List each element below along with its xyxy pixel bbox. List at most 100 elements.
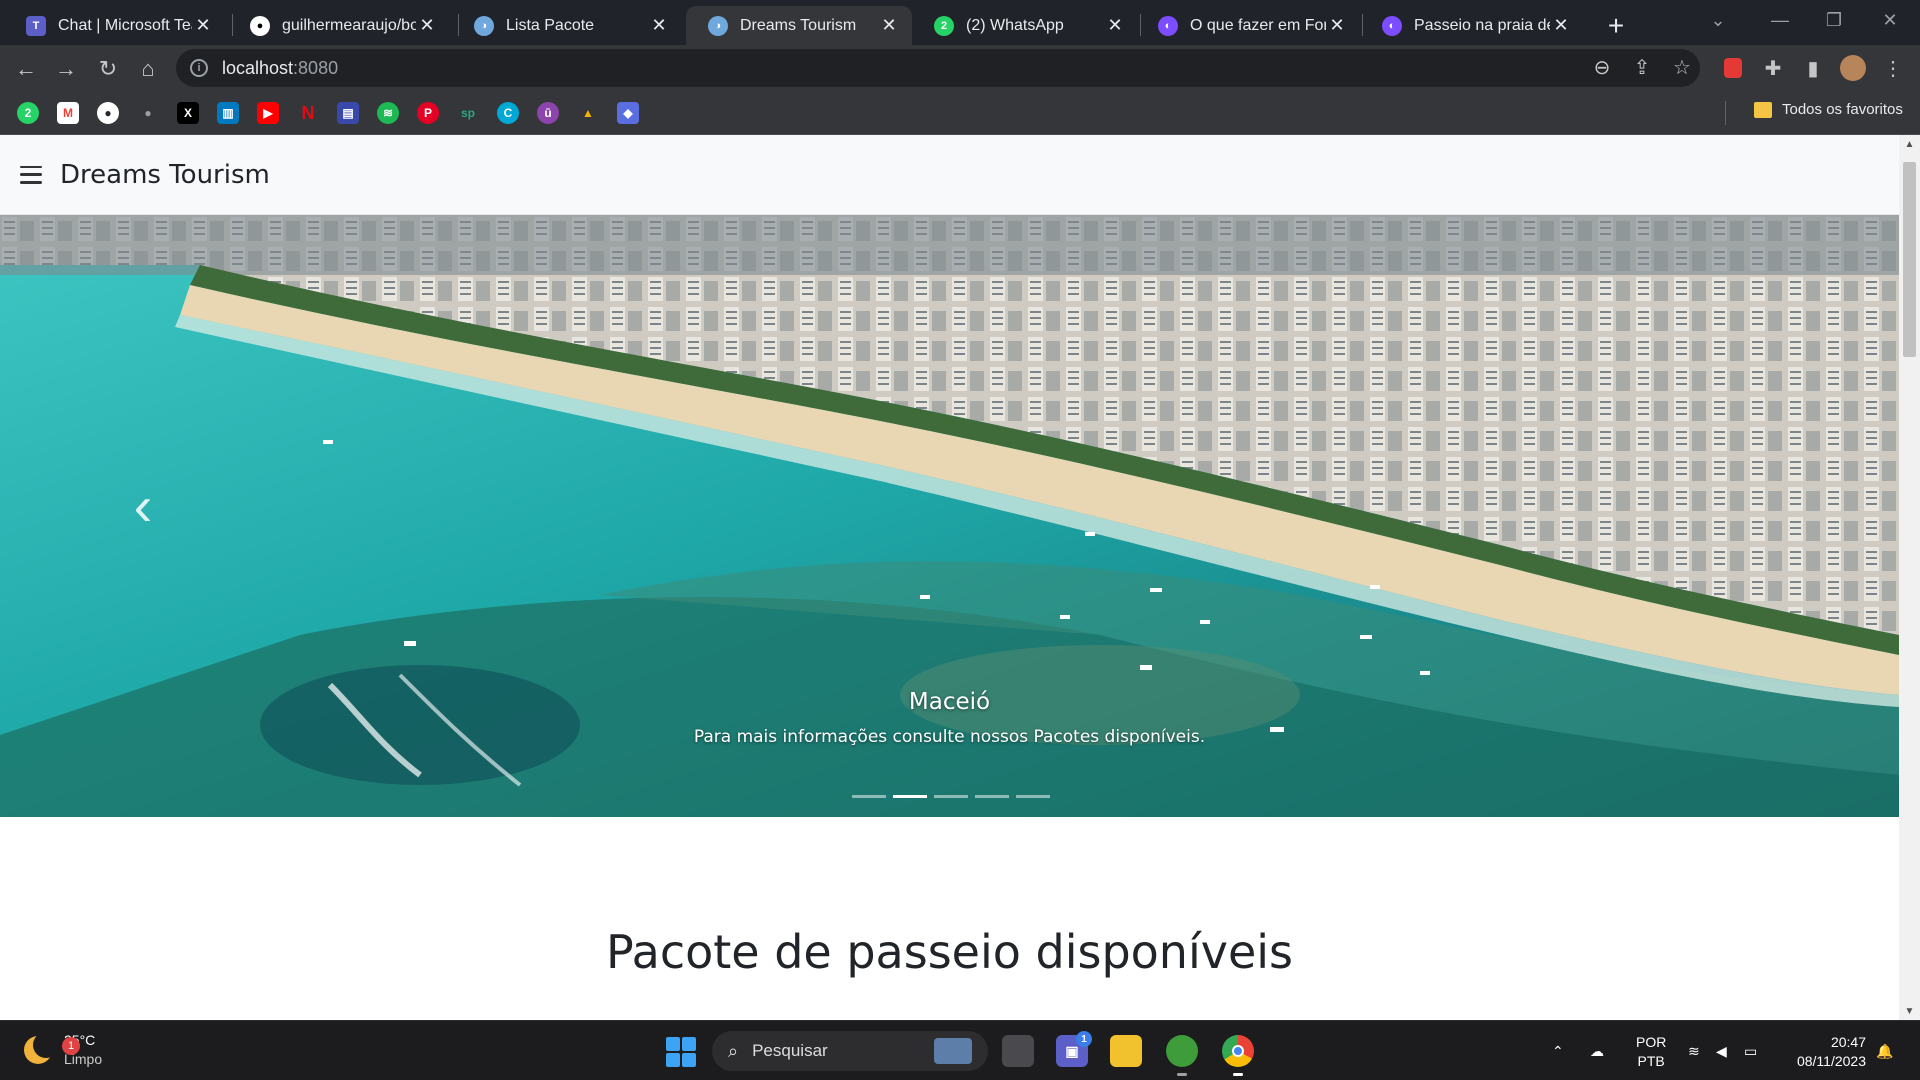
- close-tab-icon[interactable]: ✕: [1550, 15, 1572, 37]
- carousel-indicator[interactable]: [852, 795, 886, 798]
- tab-title: guilhermearaujo/bol: [282, 16, 416, 34]
- carousel-indicator[interactable]: [1016, 795, 1050, 798]
- file-explorer-icon[interactable]: [1110, 1035, 1142, 1067]
- drive-bookmark-icon[interactable]: ▲: [577, 102, 599, 124]
- app-bookmark-icon[interactable]: ▤: [337, 102, 359, 124]
- close-tab-icon[interactable]: ✕: [878, 15, 900, 37]
- restore-icon[interactable]: ❐: [1806, 0, 1862, 40]
- taskbar-search[interactable]: ⌕ Pesquisar: [712, 1031, 988, 1071]
- wifi-icon[interactable]: ≋: [1688, 1021, 1700, 1080]
- side-panel-icon[interactable]: ▮: [1800, 55, 1826, 81]
- reload-icon[interactable]: ↻: [92, 53, 124, 85]
- close-window-icon[interactable]: ✕: [1862, 0, 1918, 40]
- carousel-indicator-active[interactable]: [893, 795, 927, 798]
- home-icon[interactable]: ⌂: [132, 53, 164, 85]
- zoom-icon[interactable]: ⊖: [1590, 55, 1614, 79]
- spring-tools-icon[interactable]: [1166, 1035, 1198, 1067]
- extensions-icon[interactable]: ✚: [1760, 55, 1786, 81]
- scroll-up-icon[interactable]: ▲: [1899, 135, 1920, 153]
- scrollbar-thumb[interactable]: [1903, 162, 1916, 357]
- keyboard-language[interactable]: POR PTB: [1636, 1033, 1666, 1071]
- teams-badge: 1: [1076, 1031, 1092, 1047]
- close-tab-icon[interactable]: ✕: [1104, 15, 1126, 37]
- minimize-icon[interactable]: —: [1752, 0, 1808, 40]
- whatsapp-bookmark-icon[interactable]: 2: [17, 102, 39, 124]
- url-host: localhost: [222, 57, 294, 78]
- sp-bookmark-icon[interactable]: sp: [457, 102, 479, 124]
- battery-icon[interactable]: ▭: [1744, 1021, 1757, 1080]
- tab-teams[interactable]: T Chat | Microsoft Teams ✕: [4, 6, 226, 45]
- copilot-bookmark-icon[interactable]: ◆: [617, 102, 639, 124]
- trello-bookmark-icon[interactable]: ▥: [217, 102, 239, 124]
- brand-title[interactable]: Dreams Tourism: [60, 160, 270, 190]
- notification-bell-icon[interactable]: 🔔: [1876, 1021, 1893, 1080]
- tab-github[interactable]: ● guilhermearaujo/bol ✕: [228, 6, 450, 45]
- site-info-icon[interactable]: i: [190, 59, 208, 77]
- address-bar[interactable]: i localhost:8080: [176, 49, 1700, 87]
- vue-tab-icon: ◑: [474, 15, 494, 36]
- teams-taskbar-icon[interactable]: ▣ 1: [1056, 1031, 1092, 1067]
- close-tab-icon[interactable]: ✕: [648, 15, 670, 37]
- carousel-indicator[interactable]: [934, 795, 968, 798]
- canva-bookmark-icon[interactable]: C: [497, 102, 519, 124]
- carousel-indicators: [852, 795, 1050, 798]
- gmail-bookmark-icon[interactable]: M: [57, 102, 79, 124]
- tab-title: Chat | Microsoft Teams: [58, 16, 192, 34]
- tab-passeio-praia[interactable]: ◐ Passeio na praia de J ✕: [1360, 6, 1584, 45]
- tab-search-icon[interactable]: ⌄: [1690, 0, 1746, 40]
- clock-date: 08/11/2023: [1796, 1053, 1866, 1069]
- search-icon: ⌕: [728, 1040, 739, 1061]
- forward-icon[interactable]: →: [50, 53, 82, 85]
- page-scrollbar[interactable]: ▲ ▼: [1899, 135, 1920, 1020]
- tab-dreams-tourism[interactable]: ◑ Dreams Tourism ✕: [686, 6, 912, 45]
- spotify-bookmark-icon[interactable]: ≋: [377, 102, 399, 124]
- windows-taskbar: 1 25°C Limpo ⌕ Pesquisar ▣ 1 ⌃ ☁ POR PTB…: [0, 1020, 1920, 1080]
- bookmarks-bar: 2 M ● ● X ▥ ▶ N ▤ ≋ P sp C ū ▲ ◆ Todos o…: [0, 91, 1920, 135]
- chrome-taskbar-icon[interactable]: [1222, 1035, 1254, 1067]
- moon-icon: [24, 1032, 59, 1064]
- avatar[interactable]: [1840, 55, 1866, 81]
- screen: T Chat | Microsoft Teams ✕ ● guilhermear…: [0, 0, 1920, 1080]
- netflix-bookmark-icon[interactable]: N: [297, 102, 319, 124]
- close-tab-icon[interactable]: ✕: [1326, 15, 1348, 37]
- clock-time: 20:47: [1830, 1034, 1866, 1050]
- folder-label: Todos os favoritos: [1782, 101, 1903, 118]
- menu-icon[interactable]: ⋮: [1880, 55, 1906, 81]
- bookmark-star-icon[interactable]: ☆: [1670, 55, 1694, 79]
- carousel-indicator[interactable]: [975, 795, 1009, 798]
- close-tab-icon[interactable]: ✕: [192, 15, 214, 37]
- pinterest-bookmark-icon[interactable]: P: [417, 102, 439, 124]
- page-viewport: Dreams Tourism ‹ Maceió Para mais inform…: [0, 135, 1920, 1020]
- windows-start-icon[interactable]: [666, 1037, 696, 1067]
- onedrive-icon[interactable]: ☁: [1590, 1021, 1604, 1080]
- task-view-icon[interactable]: [1002, 1035, 1034, 1067]
- new-tab-button[interactable]: +: [1598, 8, 1634, 44]
- hero-carousel: ‹ Maceió Para mais informações consulte …: [0, 215, 1899, 817]
- close-tab-icon[interactable]: ✕: [416, 15, 438, 37]
- apple-bookmark-icon[interactable]: ●: [137, 102, 159, 124]
- browser-toolbar: ← → ↻ ⌂ i localhost:8080 ⊖ ⇪ ☆: [0, 45, 1920, 91]
- hamburger-menu-icon[interactable]: [20, 165, 42, 184]
- carousel-caption-text: Para mais informações consulte nossos Pa…: [693, 727, 1206, 747]
- all-bookmarks-folder[interactable]: Todos os favoritos: [1754, 101, 1903, 118]
- youtube-bookmark-icon[interactable]: ▶: [257, 102, 279, 124]
- carousel-prev-icon[interactable]: ‹: [120, 474, 166, 537]
- url-port: :8080: [293, 57, 339, 78]
- tab-lista-pacote[interactable]: ◑ Lista Pacote ✕: [452, 6, 682, 45]
- scroll-down-icon[interactable]: ▼: [1899, 1002, 1920, 1020]
- volume-icon[interactable]: ◀: [1716, 1021, 1727, 1080]
- lang-secondary: PTB: [1637, 1053, 1665, 1069]
- site-icon: ◐: [1382, 15, 1402, 36]
- search-placeholder: Pesquisar: [752, 1041, 828, 1060]
- share-icon[interactable]: ⇪: [1630, 55, 1654, 79]
- x-bookmark-icon[interactable]: X: [177, 102, 199, 124]
- system-clock[interactable]: 20:47 08/11/2023: [1786, 1033, 1866, 1071]
- tab-whatsapp[interactable]: 2 (2) WhatsApp ✕: [912, 6, 1138, 45]
- github-bookmark-icon[interactable]: ●: [97, 102, 119, 124]
- u-bookmark-icon[interactable]: ū: [537, 102, 559, 124]
- extension-red-icon[interactable]: [1720, 55, 1746, 81]
- tray-overflow-icon[interactable]: ⌃: [1552, 1021, 1564, 1080]
- tab-fortaleza[interactable]: ◐ O que fazer em Forta ✕: [1136, 6, 1360, 45]
- back-icon[interactable]: ←: [10, 53, 42, 85]
- weather-widget[interactable]: 1 25°C Limpo: [24, 1031, 102, 1069]
